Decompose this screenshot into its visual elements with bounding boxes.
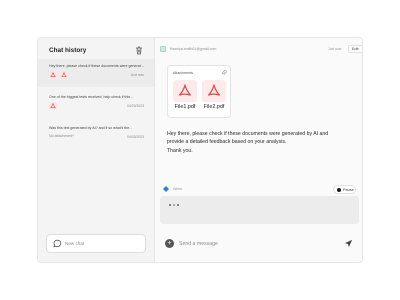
- attachments-card: Attachments File1.pdf File2.pdf: [167, 65, 231, 118]
- message-line: provide a detailed feedback based on you…: [167, 139, 287, 146]
- send-icon[interactable]: [344, 239, 353, 248]
- chat-date: Just now: [130, 73, 144, 77]
- stop-icon: [337, 188, 341, 192]
- conversation-panel: Kseniya.smith01@gmail.com Just now Edit …: [155, 38, 362, 262]
- edit-button[interactable]: Edit: [348, 45, 362, 53]
- chat-list-item[interactable]: Was this text generated by AI? and if so…: [38, 121, 154, 149]
- add-icon[interactable]: +: [165, 239, 174, 248]
- user-message-header: Kseniya.smith01@gmail.com Just now Edit: [160, 45, 362, 55]
- typing-dot: [169, 204, 172, 207]
- paperclip-icon[interactable]: [221, 70, 227, 76]
- chat-list-item[interactable]: One of the biggest tests received, help …: [38, 90, 154, 118]
- chat-bubble-icon: [53, 239, 62, 248]
- pdf-icon: [60, 71, 68, 79]
- chat-history-sidebar: Chat history Hey there, please check if …: [38, 38, 155, 262]
- file-attachment[interactable]: File1.pdf: [173, 80, 197, 110]
- new-chat-label: New chat: [65, 241, 85, 246]
- typing-dot: [177, 204, 180, 207]
- ai-name: Writer: [173, 187, 183, 191]
- chat-attachments: [49, 71, 68, 79]
- pdf-icon: [202, 80, 226, 102]
- attachments-title: Attachments: [173, 71, 193, 75]
- chat-list-item[interactable]: Hey there, please check if these documen…: [38, 59, 154, 87]
- message-composer: +: [160, 236, 359, 252]
- user-email: Kseniya.smith01@gmail.com: [170, 47, 217, 51]
- trash-icon[interactable]: [135, 46, 143, 55]
- file-name: File2.pdf: [203, 104, 225, 110]
- message-line: Thank you.: [167, 147, 193, 154]
- chat-attachments: [49, 102, 57, 110]
- file-name: File1.pdf: [174, 104, 196, 110]
- pdf-icon: [173, 80, 197, 102]
- pdf-icon: [49, 71, 57, 79]
- file-attachment[interactable]: File2.pdf: [202, 80, 226, 110]
- message-time: Just now: [328, 47, 342, 51]
- user-message-text: Hey there, please check if these documen…: [167, 130, 357, 155]
- pause-button[interactable]: Pause: [333, 185, 356, 194]
- chat-preview: One of the biggest tests received, help …: [49, 95, 135, 99]
- message-input[interactable]: [179, 238, 329, 250]
- chat-preview: Was this text generated by AI? and if so…: [49, 126, 133, 130]
- chat-app-window: Chat history Hey there, please check if …: [37, 37, 363, 263]
- typing-indicator: [160, 196, 359, 224]
- pdf-icon: [49, 102, 57, 110]
- ai-diamond-icon: [163, 186, 169, 192]
- typing-dot: [173, 204, 176, 207]
- sidebar-title: Chat history: [49, 47, 87, 54]
- pause-label: Pause: [343, 187, 354, 192]
- new-chat-button[interactable]: New chat: [46, 234, 146, 253]
- chat-preview: Hey there, please check if these documen…: [49, 64, 145, 68]
- ai-response-header: Writer Pause: [163, 185, 359, 195]
- chat-date: 04/03/2023: [127, 104, 144, 108]
- user-avatar: [160, 46, 166, 52]
- message-line: Hey there, please check if these documen…: [167, 131, 329, 137]
- chat-date: 04/03/2023: [127, 135, 144, 139]
